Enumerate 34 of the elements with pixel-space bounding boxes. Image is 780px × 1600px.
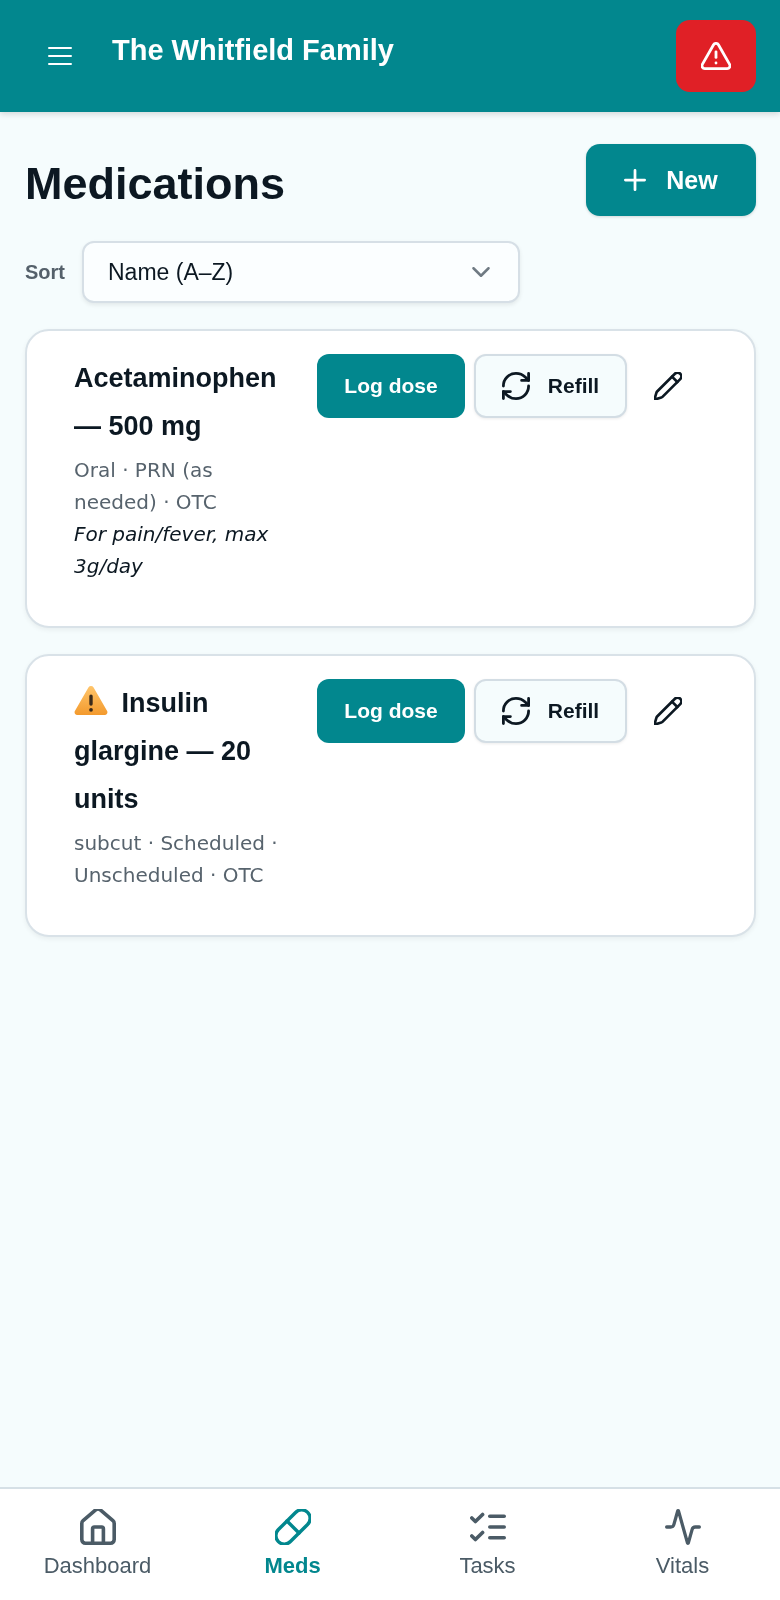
warning-icon <box>701 42 731 70</box>
pencil-icon <box>654 372 682 400</box>
plus-icon <box>624 169 647 191</box>
refresh-icon <box>501 697 530 725</box>
sort-label: Sort <box>25 260 65 284</box>
nav-tab[interactable]: Vitals <box>585 1489 780 1600</box>
log-dose-button[interactable]: Log dose <box>317 354 465 418</box>
menu-icon <box>48 46 72 66</box>
pencil-icon <box>654 697 682 725</box>
refill-button[interactable]: Refill <box>474 679 627 743</box>
pulse-icon <box>664 1509 701 1545</box>
medication-name: Acetaminophen — 500 mg <box>74 363 277 441</box>
page-title: Medications <box>25 158 286 210</box>
medication-name: Insulin glargine — 20 units <box>74 688 252 814</box>
new-button[interactable]: New <box>586 144 756 216</box>
log-dose-button[interactable]: Log dose <box>317 679 465 743</box>
nav-label: Dashboard <box>43 1552 152 1580</box>
medication-details: Oral · PRN (as needed) · OTC <box>74 457 218 516</box>
nav-label: Tasks <box>459 1552 516 1580</box>
alert-button[interactable] <box>676 20 756 92</box>
pill-icon <box>274 1509 311 1545</box>
nav-tab[interactable]: Dashboard <box>0 1489 195 1600</box>
medication-details: subcut · Scheduled · Unscheduled · OTC <box>74 830 279 889</box>
refresh-icon <box>501 372 530 400</box>
nav-tab[interactable]: Tasks <box>390 1489 585 1600</box>
refill-button[interactable]: Refill <box>474 354 627 418</box>
chevron-down-icon <box>472 267 490 277</box>
nav-tab[interactable]: Meds <box>195 1489 390 1600</box>
nav-label: Meds <box>264 1552 321 1580</box>
medication-note: For pain/fever, max 3g/day <box>74 521 270 580</box>
sort-select[interactable]: Name (A–Z) <box>82 241 520 303</box>
house-icon <box>79 1509 116 1545</box>
family-title: The Whitfield Family <box>112 33 395 67</box>
nav-label: Vitals <box>655 1552 710 1580</box>
